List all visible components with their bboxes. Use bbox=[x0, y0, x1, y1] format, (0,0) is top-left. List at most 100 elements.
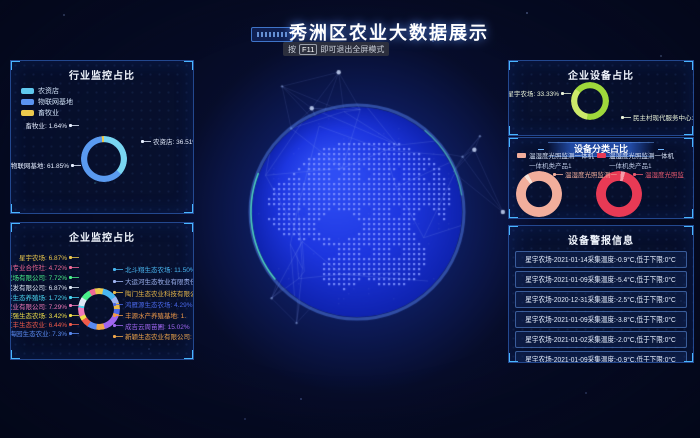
alarm-row[interactable]: 星宇农场-2021-01-02采集温度:-2.0°C,低于下限:0°C bbox=[515, 331, 687, 348]
chart-callout-label: 红海园生态农业: 7.3% bbox=[10, 328, 79, 338]
alarm-list: 星宇农场-2021-01-14采集温度:-0.9°C,低于下限:0°C 星宇农场-… bbox=[509, 251, 693, 363]
legend-label: 农资店 bbox=[38, 86, 59, 96]
callout-leader-line bbox=[72, 305, 79, 306]
legend-swatch-icon bbox=[597, 153, 606, 158]
legend-item[interactable]: 物联网基地 bbox=[21, 96, 73, 107]
panel-enterprise-monitor-ratio: 企业监控占比 星宇农场: 6.87%秀洲葡萄专业合作社: 4.72%家绿农场有限… bbox=[10, 222, 194, 360]
chart-callout-label: 丰源水产养殖基地: 1. bbox=[113, 310, 188, 320]
chart-callout-label: 新颖生态农业有限公司: 6.87% bbox=[113, 331, 194, 341]
callout-leader-line bbox=[636, 174, 643, 175]
legend-item: 温湿度光照监测一体机 bbox=[597, 150, 674, 160]
enterprise-device-donut-chart[interactable] bbox=[571, 82, 609, 120]
callout-leader-line bbox=[116, 292, 123, 293]
callout-leader-line bbox=[116, 281, 123, 282]
chart-callout-label: 鸿雁源生态农场: 4.29% bbox=[113, 299, 194, 309]
callout-text: 民主村现代服务中心: bbox=[631, 112, 694, 122]
chart-callout-label: 民主村现代服务中心: bbox=[621, 112, 694, 122]
chart-callout-label: 大运河生态牧业有限责任公 bbox=[113, 276, 194, 286]
chart-callout-label: 物联网基地: 61.85% bbox=[10, 160, 81, 170]
dashboard: 秀洲区农业大数据展示 按 F11 即可退出全屏模式 行业监控占比 农资店物联网基… bbox=[0, 0, 700, 438]
callout-leader-line bbox=[116, 336, 123, 337]
callout-leader-line bbox=[116, 325, 123, 326]
chart-callout-label: 北斗翔生态农场: 11.50% bbox=[113, 264, 194, 274]
callout-leader-line bbox=[116, 304, 123, 305]
callout-leader-line bbox=[74, 165, 81, 166]
background-sparkles bbox=[0, 0, 2, 2]
callout-text: 秀洲葡萄专业合作社: 4.72% bbox=[10, 262, 69, 272]
chart-legend: 农资店物联网基地畜牧业 bbox=[21, 85, 73, 118]
alarm-text: 星宇农场-2021-01-09采集温度:-0.9°C,低于下限:0°C bbox=[526, 354, 677, 363]
alarm-row[interactable]: 星宇农场-2021-01-09采集温度:-3.8°C,低于下限:0°C bbox=[515, 311, 687, 328]
callout-leader-line bbox=[556, 174, 563, 175]
callout-leader-line bbox=[116, 315, 123, 316]
logo-mark-icon bbox=[257, 32, 287, 37]
legend-label: 畜牧业 bbox=[38, 108, 59, 118]
callout-leader-line bbox=[72, 257, 79, 258]
callout-text: 丰源水产养殖基地: 1. bbox=[123, 310, 188, 320]
callout-leader-line bbox=[72, 267, 79, 268]
chart-callout-label: 中弘农业有限公司: 7.29% bbox=[10, 301, 79, 311]
panel-industry-monitor-ratio: 行业监控占比 农资店物联网基地畜牧业 畜牧业: 1.64% 农资店: 36.51%… bbox=[10, 60, 194, 214]
fullscreen-tip: 按 F11 即可退出全屏模式 bbox=[283, 42, 389, 56]
chart-callout-label: 温湿度光照监测一 bbox=[553, 169, 619, 179]
legend-item: 温湿度光照监测一体机 bbox=[517, 150, 594, 160]
legend-label: 物联网基地 bbox=[38, 97, 73, 107]
callout-text: 新颖生态农业有限公司: 6.87% bbox=[123, 331, 194, 341]
callout-text: 陶门生态农业科技有限公 bbox=[123, 288, 194, 298]
chart-callout-label: 温湿度光照监 bbox=[633, 169, 686, 179]
alarm-row[interactable]: 星宇农场-2021-01-09采集温度:-0.9°C,低于下限:0°C bbox=[515, 351, 687, 363]
callout-leader-line bbox=[72, 277, 79, 278]
tip-suffix: 即可退出全屏模式 bbox=[320, 44, 384, 55]
chart-callout-label: 国兴发有限公司: 6.87% bbox=[10, 282, 79, 292]
alarm-text: 星宇农场-2021-01-14采集温度:-0.9°C,低于下限:0°C bbox=[526, 254, 677, 265]
legend-swatch-icon bbox=[21, 88, 34, 94]
callout-text: 成吉云周苗圃: 15.02% bbox=[123, 321, 192, 331]
callout-text: 星宇农场: 33.33% bbox=[508, 88, 561, 98]
chart-callout-label: 畜牧业: 1.64% bbox=[23, 120, 79, 130]
callout-text: 国兴发有限公司: 6.87% bbox=[10, 282, 69, 292]
callout-text: 北斗翔生态农场: 11.50% bbox=[123, 264, 194, 274]
callout-leader-line bbox=[624, 117, 631, 118]
logo-badge bbox=[251, 27, 293, 42]
alarm-text: 星宇农场-2020-12-31采集温度:-2.5°C,低于下限:0°C bbox=[526, 294, 677, 305]
panel-title: 设备警报信息 bbox=[509, 232, 693, 247]
callout-leader-line bbox=[72, 125, 79, 126]
chart-callout-label: 农资店: 36.51% bbox=[141, 136, 194, 146]
alarm-row[interactable]: 星宇农场-2020-12-31采集温度:-2.5°C,低于下限:0°C bbox=[515, 291, 687, 308]
callout-leader-line bbox=[72, 287, 79, 288]
callout-text: 物联网基地: 61.85% bbox=[10, 160, 71, 170]
callout-leader-line bbox=[72, 324, 79, 325]
legend-swatch-icon bbox=[21, 110, 34, 116]
f11-key: F11 bbox=[299, 44, 317, 55]
industry-donut-chart[interactable] bbox=[81, 136, 127, 182]
alarm-row[interactable]: 星宇农场-2021-01-09采集温度:-5.4°C,低于下限:0°C bbox=[515, 271, 687, 288]
callout-leader-line bbox=[72, 297, 79, 298]
legend-item[interactable]: 畜牧业 bbox=[21, 107, 73, 118]
callout-text: 中弘农业有限公司: 7.29% bbox=[10, 301, 69, 311]
alarm-text: 星宇农场-2021-01-02采集温度:-2.0°C,低于下限:0°C bbox=[526, 334, 677, 345]
panel-title: 企业监控占比 bbox=[11, 229, 193, 244]
legend-group[interactable]: 温湿度光照监测一体机 一体机类产品1 bbox=[597, 150, 674, 170]
panel-title: 行业监控占比 bbox=[11, 67, 193, 82]
legend-item[interactable]: 农资店 bbox=[21, 85, 73, 96]
chart-callout-label: 星宇农场: 33.33% bbox=[508, 88, 571, 98]
callout-leader-line bbox=[116, 269, 123, 270]
callout-text: 星宇农场: 6.87% bbox=[17, 252, 69, 262]
legend-swatch-icon bbox=[21, 99, 34, 105]
chart-callout-label: 家绿农场有限公司: 7.72% bbox=[10, 272, 79, 282]
panel-device-alarm-info: 设备警报信息 星宇农场-2021-01-14采集温度:-0.9°C,低于下限:0… bbox=[508, 225, 694, 363]
callout-leader-line bbox=[72, 315, 79, 316]
chart-callout-label: 陶门生态农业科技有限公 bbox=[113, 288, 194, 298]
callout-text: 温湿度光照监 bbox=[643, 169, 686, 179]
legend-swatch-icon bbox=[517, 153, 526, 158]
alarm-text: 星宇农场-2021-01-09采集温度:-3.8°C,低于下限:0°C bbox=[526, 314, 677, 325]
callout-leader-line bbox=[564, 93, 571, 94]
chart-callout-label: 秀洲葡萄专业合作社: 4.72% bbox=[10, 262, 79, 272]
globe-canvas bbox=[197, 52, 517, 372]
alarm-row[interactable]: 星宇农场-2021-01-14采集温度:-0.9°C,低于下限:0°C bbox=[515, 251, 687, 268]
chart-callout-label: 星宇农场: 6.87% bbox=[17, 252, 79, 262]
callout-text: 农资店: 36.51% bbox=[151, 136, 194, 146]
callout-text: 大运河生态牧业有限责任公 bbox=[123, 276, 194, 286]
callout-leader-line bbox=[144, 141, 151, 142]
legend-group[interactable]: 温湿度光照监测一体机 一体机类产品1 bbox=[517, 150, 594, 170]
